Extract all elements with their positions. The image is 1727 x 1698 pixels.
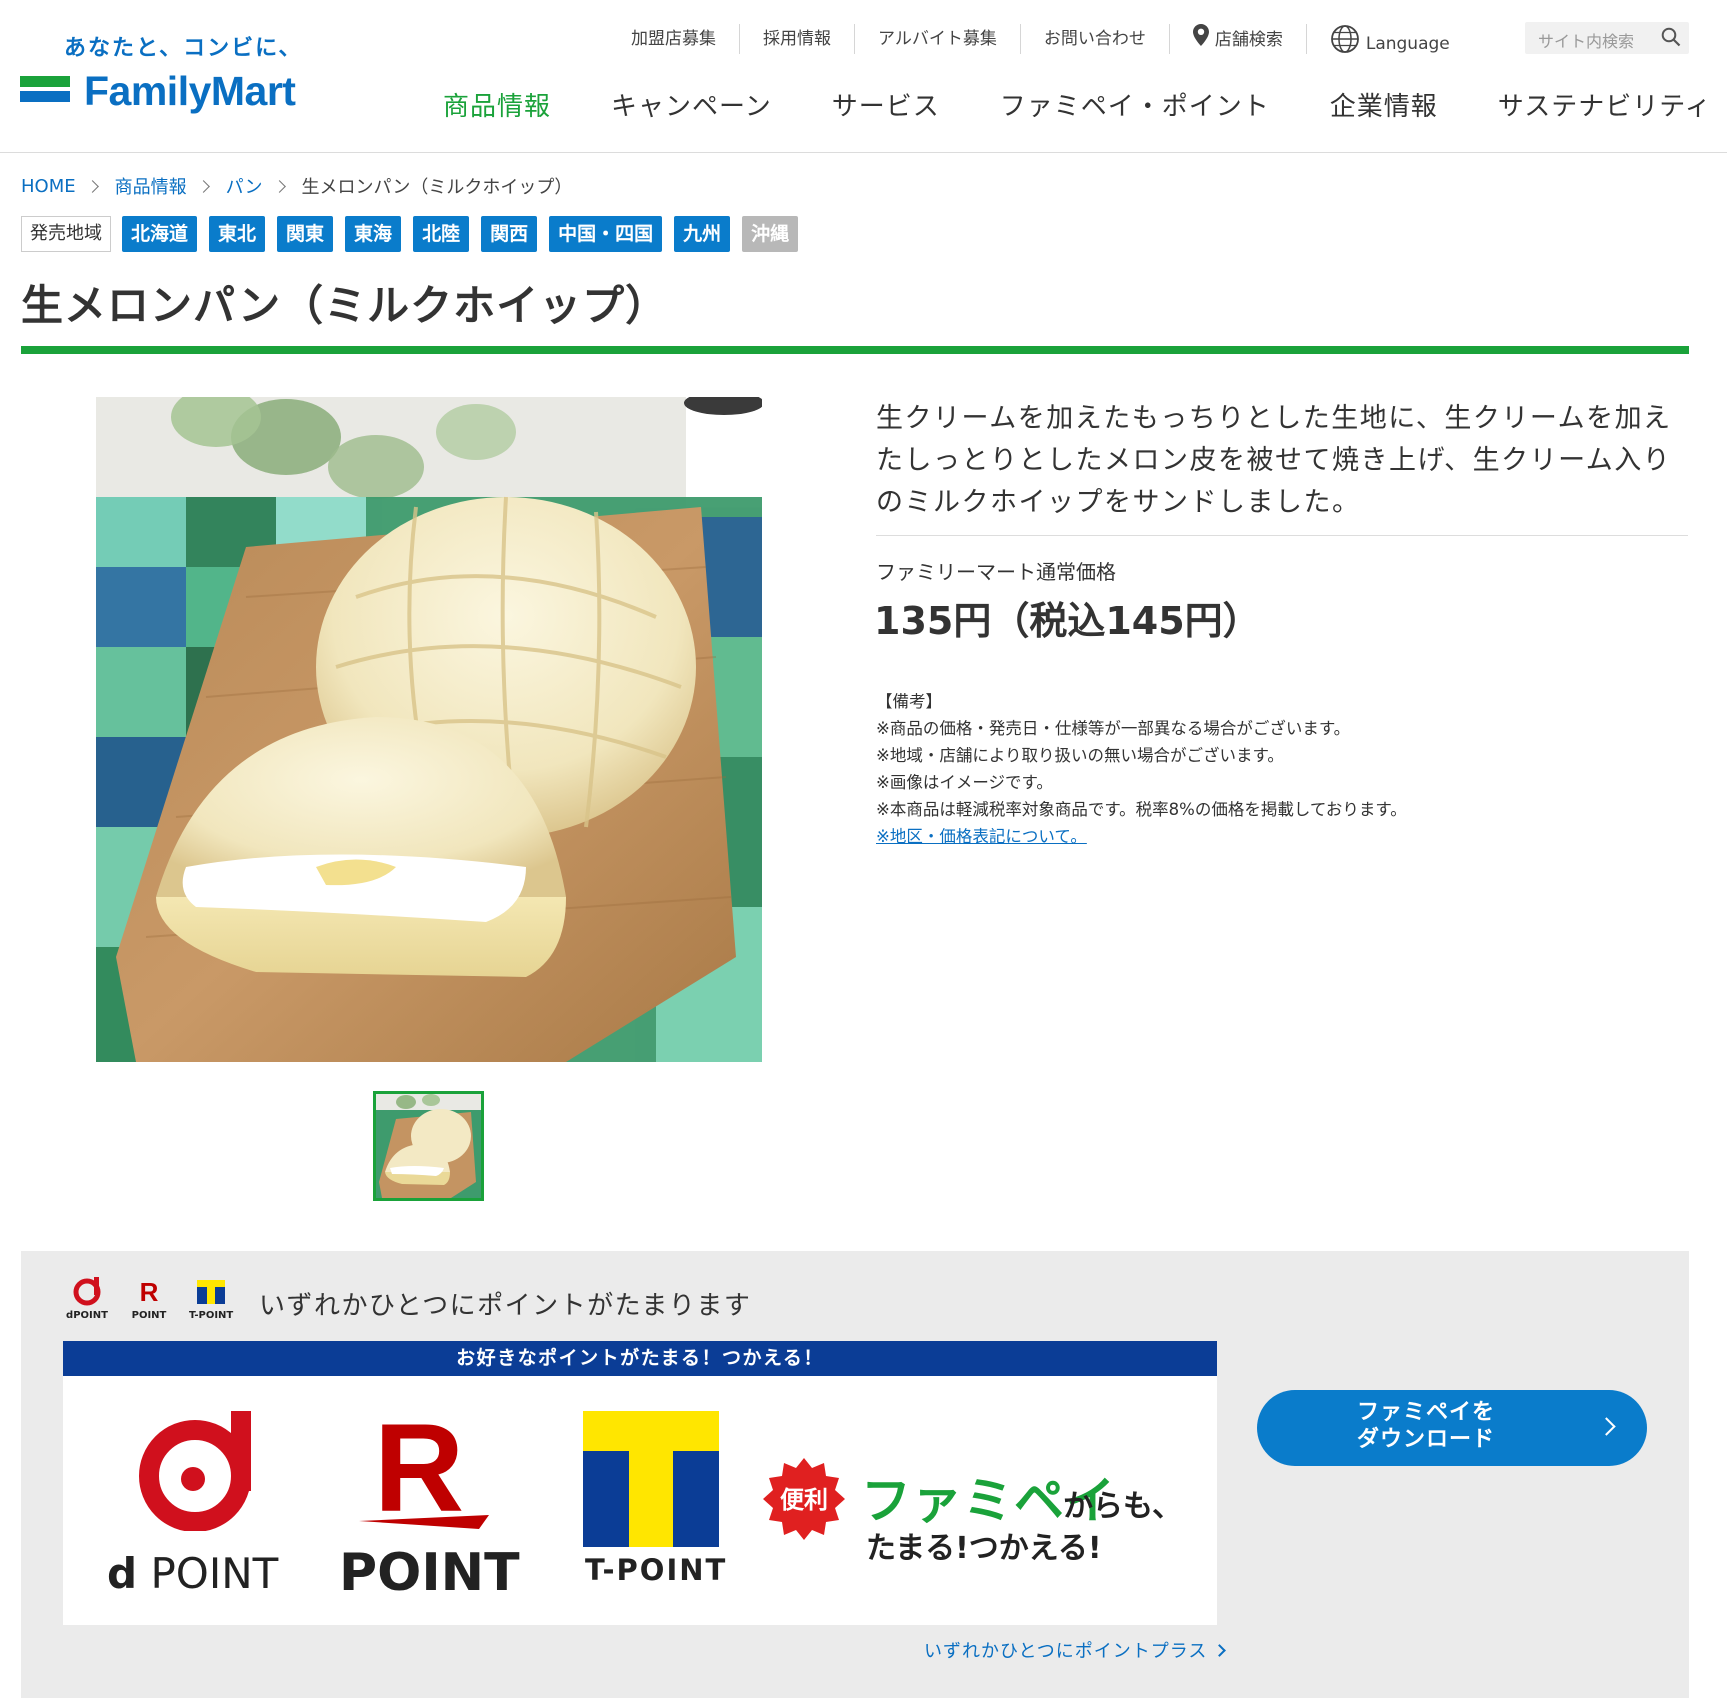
d-point-logo: d POINT	[107, 1411, 278, 1611]
util-link-contact[interactable]: お問い合わせ	[1021, 24, 1170, 54]
language-label: Language	[1365, 34, 1450, 54]
region-label: 発売地域	[21, 216, 111, 252]
logo-tagline: あなたと、コンビに、	[64, 36, 303, 61]
search-placeholder: サイト内検索	[1538, 32, 1635, 51]
sales-region-list: 発売地域 北海道 東北 関東 東海 北陸 関西 中国・四国 九州 沖縄	[21, 216, 810, 252]
points-campaign-banner[interactable]: お好きなポイントがたまる！つかえる！ d POINT R POINT T-POI…	[63, 1341, 1217, 1625]
region-tag: 中国・四国	[549, 216, 663, 252]
region-tag: 九州	[674, 216, 731, 252]
point-plus-link[interactable]: いずれかひとつにポイントプラス	[924, 1637, 1227, 1663]
download-button-label: ファミペイを ダウンロード	[1357, 1400, 1496, 1452]
price-label: ファミリーマート通常価格	[876, 560, 1116, 584]
util-link-parttime[interactable]: アルバイト募集	[855, 24, 1021, 54]
store-search-link[interactable]: 店舗検索	[1170, 24, 1307, 54]
logo-wordmark: FamilyMart	[84, 68, 296, 114]
site-header: あなたと、コンビに、 FamilyMart 加盟店募集 採用情報 アルバイト募集…	[0, 0, 1727, 153]
region-tag: 関西	[481, 216, 538, 252]
t-point-mini-logo: T-POINT	[189, 1277, 233, 1321]
page-title: 生メロンパン（ミルクホイップ）	[21, 281, 669, 330]
region-tag: 北陸	[413, 216, 470, 252]
t-point-logo: T-POINT	[583, 1411, 725, 1611]
region-price-notation-link[interactable]: ※地区・価格表記について。	[876, 823, 1407, 850]
breadcrumb-products[interactable]: 商品情報	[115, 173, 187, 199]
chevron-right-icon	[1213, 1644, 1227, 1657]
chevron-right-icon	[1597, 1417, 1616, 1436]
globe-icon	[1330, 24, 1360, 64]
product-price: 135円（税込145円）	[874, 599, 1261, 643]
point-logos: dPOINT R POINT T-POINT	[65, 1277, 251, 1321]
note-line: ※画像はイメージです。	[876, 773, 1053, 792]
util-link-franchise[interactable]: 加盟店募集	[608, 24, 740, 54]
convenient-badge-icon: 便利	[763, 1458, 845, 1544]
svg-text:R: R	[140, 1277, 159, 1307]
rakuten-point-logo: R POINT	[339, 1399, 520, 1611]
store-search-label: 店舗検索	[1214, 30, 1283, 50]
note-line: ※商品の価格・発売日・仕様等が一部異なる場合がございます。	[876, 719, 1351, 738]
note-line: ※本商品は軽減税率対象商品です。税率8%の価格を掲載しております。	[876, 800, 1407, 819]
product-thumbnail[interactable]	[373, 1091, 484, 1201]
main-nav: 商品情報 キャンペーン サービス ファミペイ・ポイント 企業情報 サステナビリテ…	[443, 86, 1727, 123]
region-tag-unavailable: 沖縄	[742, 216, 799, 252]
famipay-tagline: たまる!つかえる!	[866, 1531, 1102, 1566]
familymart-logo[interactable]: あなたと、コンビに、 FamilyMart	[20, 30, 310, 125]
description-divider	[876, 535, 1688, 536]
notes-heading: 【備考】	[876, 692, 942, 711]
nav-sustainability[interactable]: サステナビリティ	[1498, 86, 1712, 123]
chevron-right-icon	[272, 179, 286, 193]
svg-text:便利: 便利	[780, 1486, 828, 1514]
points-headline: いずれかひとつにポイントがたまります	[259, 1291, 752, 1321]
nav-company[interactable]: 企業情報	[1330, 86, 1438, 123]
logo-stripes-icon	[20, 76, 70, 112]
region-tag: 関東	[277, 216, 334, 252]
breadcrumb-bread[interactable]: パン	[226, 173, 263, 199]
nav-campaign[interactable]: キャンペーン	[611, 86, 772, 123]
famipay-download-button[interactable]: ファミペイを ダウンロード	[1257, 1390, 1647, 1466]
nav-service[interactable]: サービス	[832, 86, 940, 123]
campaign-bar: お好きなポイントがたまる！つかえる！	[63, 1341, 1217, 1376]
title-divider	[21, 346, 1689, 354]
utility-nav: 加盟店募集 採用情報 アルバイト募集 お問い合わせ 店舗検索 Language	[608, 24, 1473, 54]
site-search-input[interactable]: サイト内検索	[1525, 22, 1689, 54]
breadcrumb-home[interactable]: HOME	[21, 176, 76, 197]
map-pin-icon	[1192, 24, 1209, 56]
nav-products[interactable]: 商品情報	[443, 86, 551, 123]
product-description: 生クリームを加えたもっちりとした生地に、生クリームを加えたしっとりとしたメロン皮…	[876, 403, 1672, 518]
points-banner-section: dPOINT R POINT T-POINT いずれかひとつにポイントがたまりま…	[21, 1251, 1689, 1698]
d-point-mini-logo: dPOINT	[65, 1277, 109, 1321]
breadcrumb: HOME 商品情報 パン 生メロンパン（ミルクホイップ）	[21, 173, 572, 199]
region-tag: 北海道	[122, 216, 198, 252]
rakuten-point-mini-logo: R POINT	[131, 1277, 167, 1321]
famipay-suffix: からも、	[1063, 1489, 1183, 1524]
chevron-right-icon	[85, 179, 99, 193]
product-main-image	[96, 397, 762, 1062]
region-tag: 東北	[209, 216, 266, 252]
product-notes: 【備考】 ※商品の価格・発売日・仕様等が一部異なる場合がございます。 ※地域・店…	[876, 688, 1407, 850]
search-icon[interactable]	[1661, 27, 1681, 51]
nav-famipay-point[interactable]: ファミペイ・ポイント	[1000, 86, 1270, 123]
note-line: ※地域・店舗により取り扱いの無い場合がございます。	[876, 746, 1284, 765]
breadcrumb-current: 生メロンパン（ミルクホイップ）	[301, 177, 573, 198]
chevron-right-icon	[196, 179, 210, 193]
region-tag: 東海	[345, 216, 402, 252]
language-selector[interactable]: Language	[1307, 24, 1473, 54]
util-link-recruit[interactable]: 採用情報	[740, 24, 855, 54]
